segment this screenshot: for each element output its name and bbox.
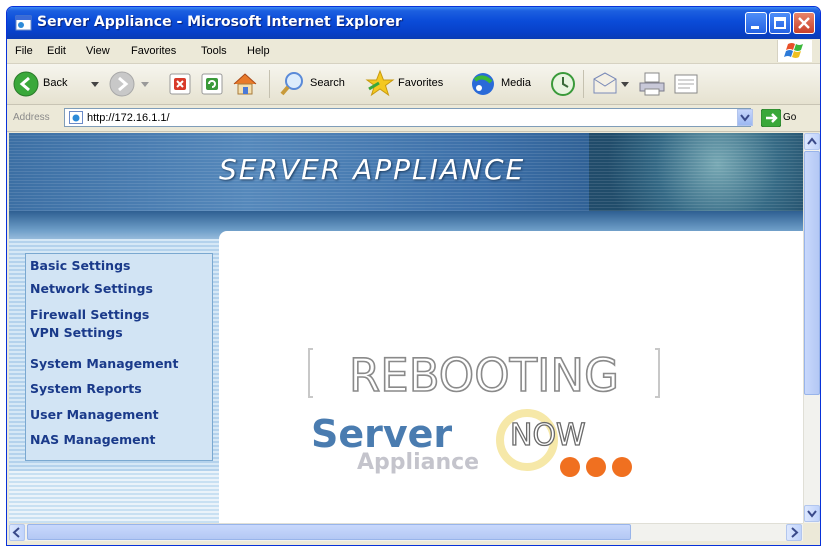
ie-page-icon [69, 111, 83, 124]
address-bar: Address Go [7, 105, 820, 132]
scroll-up-button[interactable] [804, 133, 820, 150]
content-top-edge [219, 231, 803, 243]
go-label: Go [783, 112, 797, 123]
stop-button[interactable] [167, 64, 193, 104]
forward-button[interactable] [105, 64, 153, 104]
nav-system-management[interactable]: System Management [30, 356, 178, 371]
vertical-scroll-thumb[interactable] [804, 151, 820, 395]
favorites-star-icon [365, 69, 395, 97]
address-label: Address [13, 112, 50, 123]
browser-window: Server Appliance - Microsoft Internet Ex… [6, 6, 821, 546]
sidebar-bottom-stripes [9, 471, 219, 523]
search-label: Search [310, 77, 345, 89]
brand-now-text: NOW [510, 418, 586, 453]
search-button[interactable]: Search [279, 64, 361, 104]
orange-dot [560, 457, 580, 477]
address-dropdown-button[interactable] [737, 109, 753, 126]
edit-document-icon [674, 74, 698, 94]
stop-icon [169, 73, 191, 95]
orange-dot [586, 457, 606, 477]
nav-firewall-settings[interactable]: Firewall Settings [30, 307, 149, 322]
nav-nas-management[interactable]: NAS Management [30, 432, 156, 447]
history-icon [551, 72, 575, 96]
menu-file[interactable]: File [15, 45, 33, 57]
ie-page-icon [15, 15, 32, 31]
media-button[interactable]: Media [469, 64, 543, 104]
minimize-icon [751, 26, 759, 29]
back-label: Back [43, 77, 68, 89]
history-button[interactable] [549, 64, 577, 104]
menu-favorites[interactable]: Favorites [131, 45, 176, 57]
scroll-right-button[interactable] [786, 524, 802, 541]
rebooting-text: REBOOTING [349, 349, 619, 402]
orange-dot [612, 457, 632, 477]
edit-button[interactable] [671, 64, 701, 104]
minimize-button[interactable] [745, 12, 767, 34]
chevron-right-icon [791, 527, 799, 538]
nav-system-reports[interactable]: System Reports [30, 381, 142, 396]
chevron-down-icon [807, 510, 817, 518]
chevron-left-icon [12, 527, 20, 538]
maximize-button[interactable] [769, 12, 791, 34]
toolbar-separator [269, 70, 270, 98]
vertical-scrollbar[interactable] [803, 133, 820, 523]
search-icon [280, 72, 303, 96]
forward-dropdown-icon [141, 82, 149, 87]
menu-bar: File Edit View Favorites Tools Help [7, 39, 820, 64]
web-page-viewport: SERVER APPLIANCE Basic Settings Network … [9, 133, 803, 523]
forward-arrow-icon [109, 71, 135, 97]
mail-dropdown-icon [621, 82, 629, 87]
maximize-icon [774, 17, 786, 29]
favorites-label: Favorites [398, 77, 444, 89]
mail-icon [593, 72, 617, 94]
back-dropdown-icon [91, 82, 99, 87]
title-bar[interactable]: Server Appliance - Microsoft Internet Ex… [7, 7, 820, 39]
go-button[interactable]: Go [759, 108, 809, 128]
nav-network-settings[interactable]: Network Settings [30, 281, 153, 296]
menu-edit[interactable]: Edit [47, 45, 66, 57]
refresh-icon [201, 73, 223, 95]
windows-logo-icon [777, 40, 812, 62]
sidebar-nav-panel: Basic Settings Network Settings Firewall… [25, 253, 213, 461]
standard-toolbar: Back Search Favorites Media [7, 64, 820, 105]
scroll-down-button[interactable] [804, 505, 820, 522]
menu-tools[interactable]: Tools [201, 45, 227, 57]
menu-view[interactable]: View [86, 45, 110, 57]
nav-basic-settings[interactable]: Basic Settings [30, 258, 130, 273]
menu-help[interactable]: Help [247, 45, 270, 57]
chevron-down-icon [740, 114, 750, 122]
chevron-up-icon [807, 137, 817, 145]
favorites-button[interactable]: Favorites [365, 64, 465, 104]
media-label: Media [501, 77, 531, 89]
media-icon [472, 73, 494, 95]
address-input[interactable] [87, 110, 727, 125]
brand-appliance-text: Appliance [357, 450, 479, 475]
banner-title: SERVER APPLIANCE [219, 153, 526, 186]
go-arrow-icon [761, 109, 781, 127]
page-banner: SERVER APPLIANCE [9, 133, 803, 211]
nav-user-management[interactable]: User Management [30, 407, 159, 422]
home-button[interactable] [231, 64, 259, 104]
mail-button[interactable] [591, 64, 633, 104]
rebooting-logo: REBOOTING Server NOW Appliance [308, 348, 660, 477]
close-button[interactable] [793, 12, 815, 34]
horizontal-scroll-thumb[interactable] [27, 524, 631, 540]
nav-vpn-settings[interactable]: VPN Settings [30, 325, 123, 340]
refresh-button[interactable] [199, 64, 225, 104]
horizontal-scrollbar[interactable] [9, 523, 803, 541]
window-title: Server Appliance - Microsoft Internet Ex… [37, 14, 402, 30]
toolbar-separator [583, 70, 584, 98]
scrollbar-corner [803, 523, 820, 540]
address-field[interactable] [64, 108, 751, 127]
home-icon [233, 73, 257, 95]
scroll-left-button[interactable] [9, 524, 25, 541]
back-button[interactable]: Back [13, 64, 103, 104]
print-button[interactable] [637, 64, 667, 104]
back-arrow-icon [13, 71, 39, 97]
printer-icon [639, 72, 665, 96]
sidebar: Basic Settings Network Settings Firewall… [9, 239, 219, 523]
close-icon [798, 17, 810, 29]
